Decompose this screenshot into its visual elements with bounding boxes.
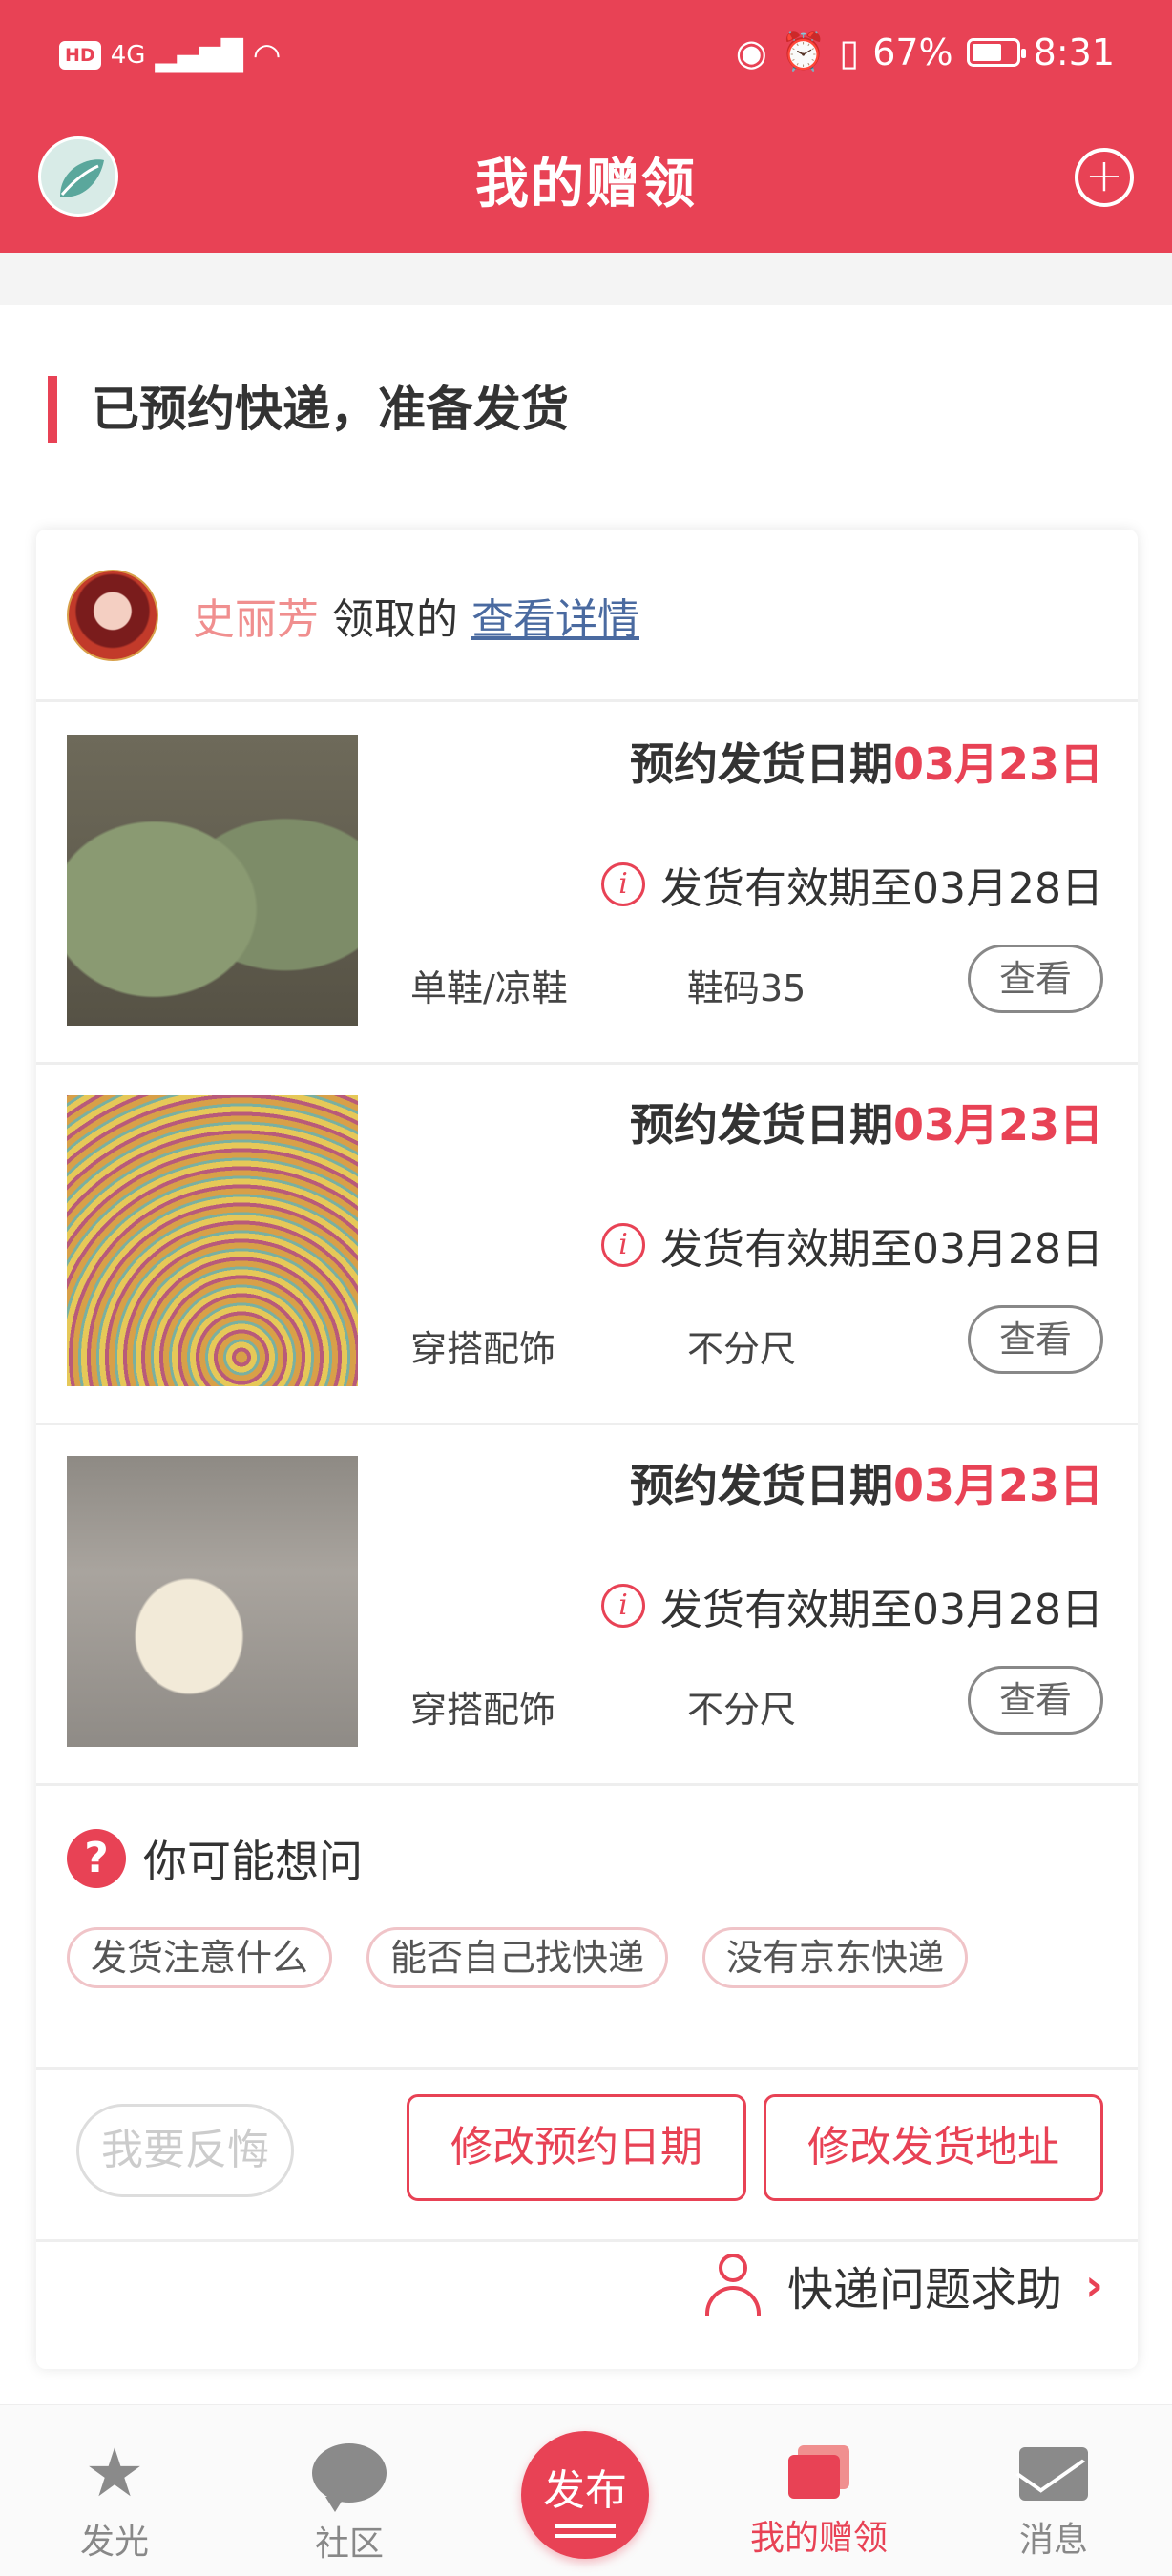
valid-until-text: 发货有效期至03月28日 [660,864,1103,913]
tab-label: 我的赠领 [749,2519,888,2558]
question-icon: ? [67,1829,126,1888]
item-photo[interactable] [67,1095,358,1386]
status-bar: HD 4G ▂▄▆█ ◠ ◉ ⏰ ▯ 67% 8:31 [0,0,1172,119]
tab-messages[interactable]: 消息 [958,2405,1149,2576]
network-badge: 4G [110,41,146,70]
info-icon: i [601,1584,646,1628]
vibrate-icon: ▯ [839,31,860,73]
faq-header: ? 你可能想问 [67,1827,363,1890]
divider [36,2239,1138,2242]
faq-title: 你可能想问 [143,1836,363,1887]
chat-bubble-icon [312,2443,387,2512]
divider [36,1783,1138,1786]
valid-until: i 发货有效期至03月28日 [601,1575,1103,1636]
receiver-action-text: 领取的 [332,595,458,644]
battery-percent: 67% [872,31,953,73]
publish-button[interactable]: 发布 [521,2431,649,2559]
status-bar-right: ◉ ⏰ ▯ 67% 8:31 [736,31,1115,73]
item-size: 不分尺 [687,1689,797,1731]
change-address-button[interactable]: 修改发货地址 [764,2094,1103,2201]
delivery-help-label: 快递问题求助 [787,2263,1063,2316]
regret-button[interactable]: 我要反悔 [76,2104,294,2197]
view-details-link[interactable]: 查看详情 [471,585,639,646]
publish-label: 发布 [543,2466,627,2515]
clock: 8:31 [1033,31,1115,73]
tab-label: 发光 [79,2523,149,2562]
faq-chip[interactable]: 能否自己找快递 [366,1927,669,1988]
view-button[interactable]: 查看 [968,945,1103,1013]
faq-chips: 发货注意什么 能否自己找快递 没有京东快递 [67,1927,969,1988]
gift-card-icon [788,2445,849,2499]
gift-order-card: 史丽芳 领取的 查看详情 预约发货日期03月23日 i 发货有效期至03月28日… [36,530,1138,2369]
header-gap [0,253,1172,305]
star-icon: ★ [84,2434,145,2512]
avatar[interactable] [67,570,158,661]
faq-chip[interactable]: 发货注意什么 [67,1927,333,1988]
item-photo[interactable] [67,1456,358,1747]
valid-until-text: 发货有效期至03月28日 [660,1586,1103,1634]
publish-bar-icon [555,2524,616,2528]
valid-until: i 发货有效期至03月28日 [601,854,1103,915]
item-category: 穿搭配饰 [410,1689,556,1731]
item-size: 鞋码35 [687,967,806,1009]
status-bar-left: HD 4G ▂▄▆█ ◠ [59,36,281,74]
page-title: 我的赠领 [475,154,697,216]
info-icon: i [601,862,646,906]
item-photo[interactable] [67,735,358,1026]
app-header: HD 4G ▂▄▆█ ◠ ◉ ⏰ ▯ 67% 8:31 我的赠领 + [0,0,1172,253]
battery-icon [966,37,1026,67]
tab-label: 社区 [314,2524,384,2564]
info-icon: i [601,1223,646,1267]
tab-faguang[interactable]: ★ 发光 [19,2405,210,2576]
ship-date-label: 预约发货日期 [629,738,893,790]
alarm-icon: ⏰ [780,31,827,73]
ship-date: 预约发货日期03月23日 [630,1451,1103,1514]
ship-date-label: 预约发货日期 [629,1460,893,1511]
publish-bar-icon [555,2534,616,2538]
tab-community[interactable]: 社区 [254,2405,445,2576]
ship-date-value: 03月23日 [892,738,1103,790]
view-button[interactable]: 查看 [968,1666,1103,1735]
receiver-name[interactable]: 史丽芳 [193,585,319,646]
receiver-row: 史丽芳 领取的 查看详情 [67,570,639,661]
section-title: 已预约快递，准备发货 [48,376,569,443]
list-item[interactable]: 预约发货日期03月23日 i 发货有效期至03月28日 穿搭配饰 不分尺 查看 [36,1062,1138,1424]
valid-until: i 发货有效期至03月28日 [601,1215,1103,1276]
change-date-button[interactable]: 修改预约日期 [407,2094,746,2201]
ship-date-value: 03月23日 [892,1460,1103,1511]
action-row: 我要反悔 修改预约日期 修改发货地址 [36,2070,1138,2213]
ship-date-label: 预约发货日期 [629,1099,893,1151]
wifi-icon: ◠ [252,36,282,74]
mail-icon [1019,2447,1088,2501]
tab-my-gifts[interactable]: 我的赠领 [723,2405,914,2576]
item-category: 单鞋/凉鞋 [410,967,568,1009]
list-item[interactable]: 预约发货日期03月23日 i 发货有效期至03月28日 单鞋/凉鞋 鞋码35 查… [36,701,1138,1064]
signal-icon: ▂▄▆█ [155,38,243,73]
person-icon [705,2254,762,2316]
faq-chip[interactable]: 没有京东快递 [702,1927,969,1988]
item-category: 穿搭配饰 [410,1328,556,1370]
hd-badge: HD [59,41,101,70]
ship-date: 预约发货日期03月23日 [630,1091,1103,1153]
item-size: 不分尺 [687,1328,797,1370]
valid-until-text: 发货有效期至03月28日 [660,1225,1103,1274]
ship-date-value: 03月23日 [892,1099,1103,1151]
add-icon[interactable]: + [1075,148,1134,207]
list-item[interactable]: 预约发货日期03月23日 i 发货有效期至03月28日 穿搭配饰 不分尺 查看 [36,1423,1138,1785]
delivery-help-link[interactable]: 快递问题求助 › [705,2252,1103,2318]
eye-icon: ◉ [735,31,767,73]
tab-label: 消息 [1018,2521,1088,2560]
ship-date: 预约发货日期03月23日 [630,730,1103,793]
view-button[interactable]: 查看 [968,1305,1103,1374]
chevron-right-icon: › [1085,2259,1103,2311]
